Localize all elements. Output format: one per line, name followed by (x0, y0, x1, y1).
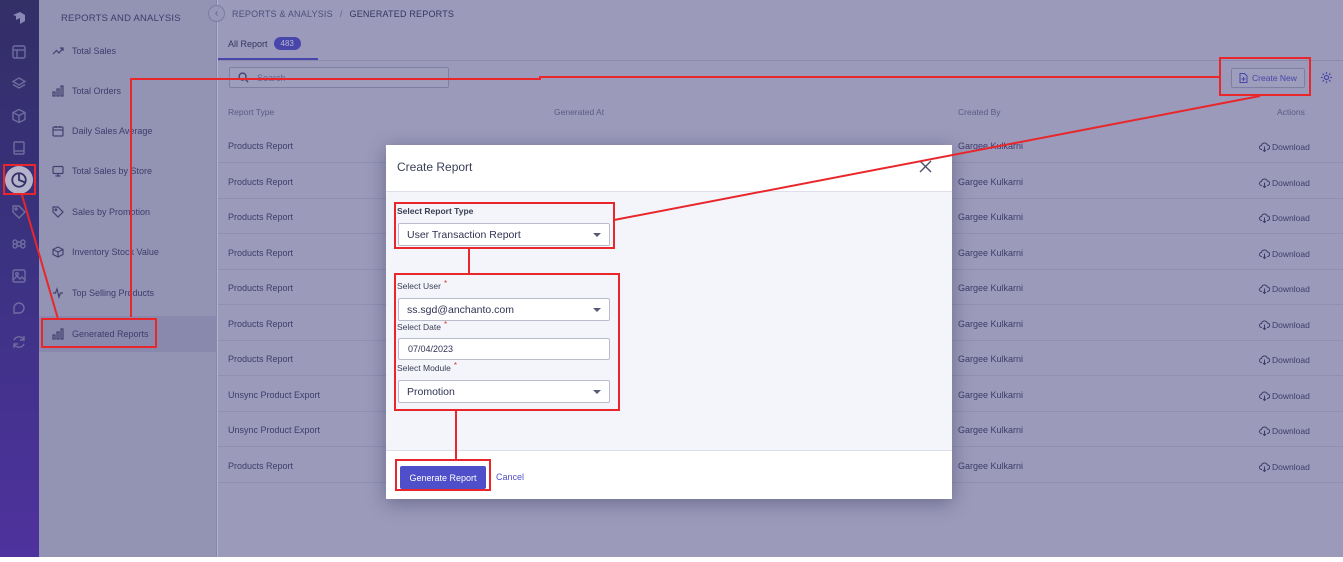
connector-line-report-type (613, 95, 1261, 221)
highlight-generate-report (395, 459, 491, 491)
connector-line-create-new (130, 76, 1219, 317)
highlight-report-fields (394, 273, 620, 411)
highlight-create-new (1219, 57, 1311, 96)
highlight-report-type (394, 202, 615, 249)
highlight-reports-rail-icon (3, 164, 36, 195)
connector-line-rail-to-sidebar (21, 194, 59, 320)
highlight-generated-reports (41, 318, 157, 348)
annotation-connectors (21, 76, 1261, 460)
